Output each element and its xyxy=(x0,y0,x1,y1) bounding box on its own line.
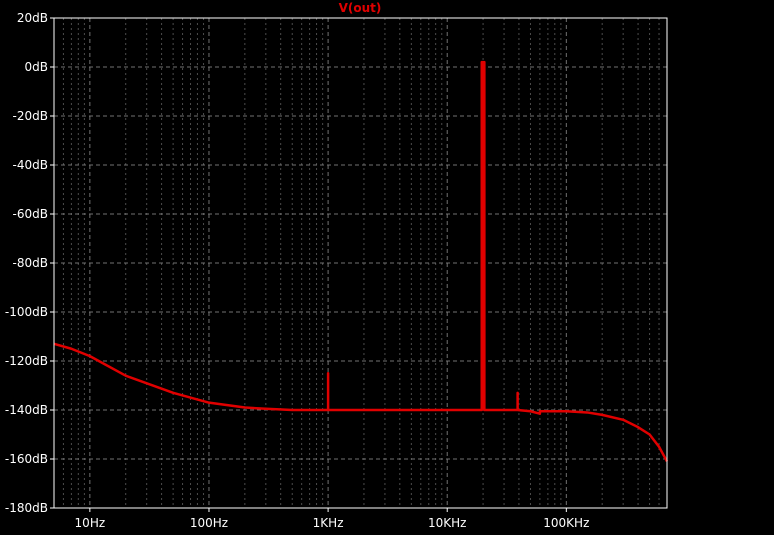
grid xyxy=(54,18,667,508)
y-tick-label-3: -40dB xyxy=(13,158,48,172)
y-tick-label-0: 20dB xyxy=(17,11,48,25)
y-tick-label-7: -120dB xyxy=(5,354,48,368)
y-tick-label-9: -160dB xyxy=(5,452,48,466)
x-axis-ticks: 10Hz 100Hz 1KHz 10KHz 100KHz xyxy=(75,508,589,530)
y-tick-label-8: -140dB xyxy=(5,403,48,417)
bode-plot: V(out) 20dB 0dB -20dB -40dB -60dB -80dB -100dB… xyxy=(5,1,669,530)
x-tick-label-3: 10KHz xyxy=(428,516,466,530)
y-tick-label-1: 0dB xyxy=(25,60,48,74)
y-axis-ticks: 20dB 0dB -20dB -40dB -60dB -80dB -100dB -120dB -… xyxy=(5,11,54,515)
trace-layer xyxy=(53,60,669,463)
tone-peak-20khz xyxy=(481,62,486,410)
series-line-vout xyxy=(53,60,669,463)
y-tick-label-4: -60dB xyxy=(13,207,48,221)
y-tick-label-6: -100dB xyxy=(5,305,48,319)
x-tick-label-0: 10Hz xyxy=(75,516,106,530)
x-tick-label-1: 100Hz xyxy=(190,516,228,530)
chart-title: V(out) xyxy=(339,1,382,15)
y-tick-label-10: -180dB xyxy=(5,501,48,515)
y-tick-label-5: -80dB xyxy=(13,256,48,270)
y-tick-label-2: -20dB xyxy=(13,109,48,123)
x-tick-label-4: 100KHz xyxy=(543,516,589,530)
x-tick-label-2: 1KHz xyxy=(313,516,344,530)
